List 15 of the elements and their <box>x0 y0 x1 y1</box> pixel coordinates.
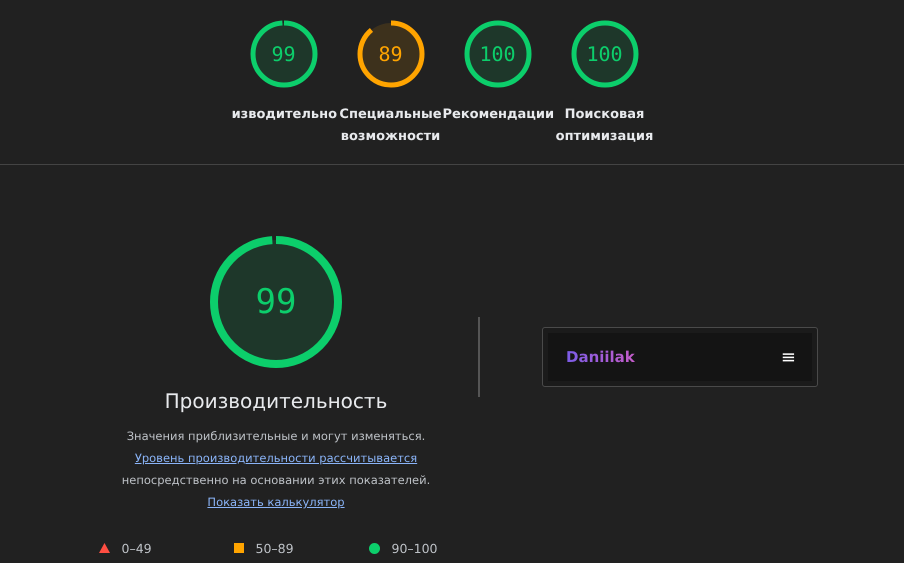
range-label: 90–100 <box>392 540 438 556</box>
category-label[interactable]: изводительно <box>230 104 337 126</box>
menu-icon: ≡ <box>780 346 796 368</box>
score-value: 89 <box>377 41 404 68</box>
score-value: 99 <box>270 41 297 68</box>
link[interactable]: Уровень производительности рассчитывается <box>134 451 418 465</box>
category-label[interactable]: Рекомендации <box>442 104 552 126</box>
range-label: 0–49 <box>122 540 152 556</box>
score-value: 99 <box>254 281 298 324</box>
score-value: 100 <box>585 41 624 68</box>
section-title: Производительность <box>164 389 388 413</box>
score-value: 100 <box>478 41 517 68</box>
range-label: 50–89 <box>256 540 294 556</box>
score-description: Значения приблизительные и могут изменяться. Уровень производительности рассчитывается непосредственно на основании этих показателей. Показать калькулятор <box>120 428 432 511</box>
link[interactable]: Показать калькулятор <box>207 495 345 509</box>
